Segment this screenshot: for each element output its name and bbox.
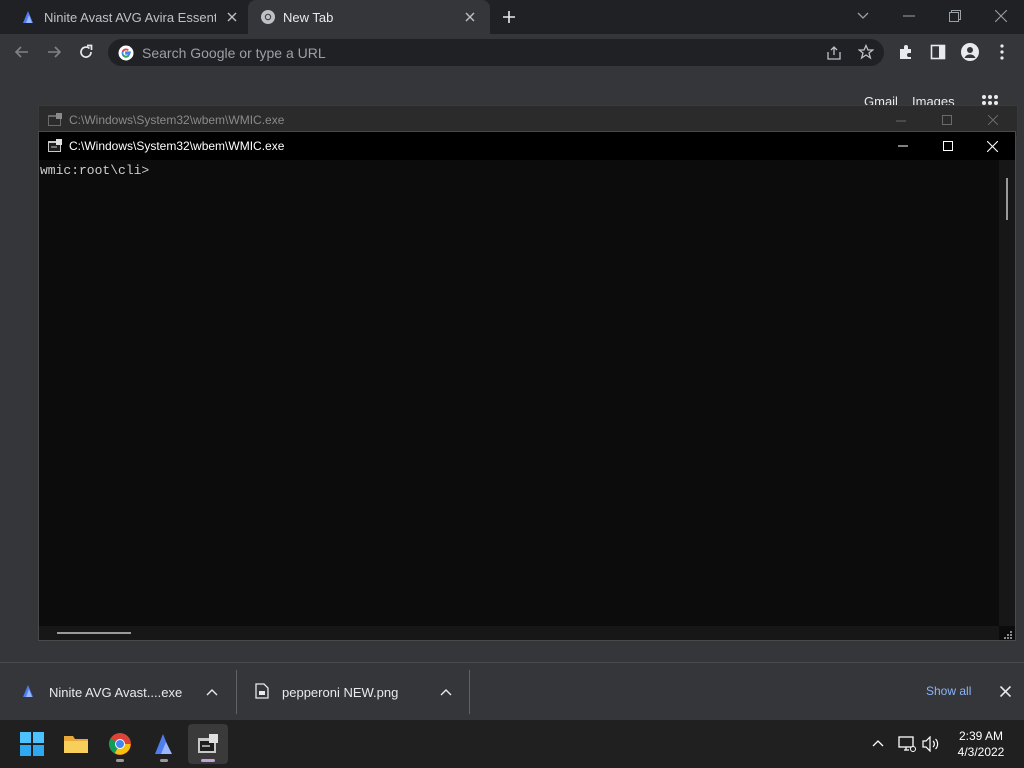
chevron-up-icon[interactable]: [206, 688, 218, 696]
ninite-icon: [20, 9, 36, 25]
kebab-menu-icon: [1000, 44, 1004, 60]
close-icon[interactable]: [988, 115, 998, 125]
chevron-up-icon[interactable]: [872, 739, 884, 747]
close-icon: [995, 10, 1007, 22]
active-indicator: [201, 759, 215, 762]
clock-date: 4/3/2022: [957, 745, 1005, 759]
browser-tab-strip: Ninite Avast AVG Avira Essentials New Ta…: [0, 0, 1024, 34]
side-panel-button[interactable]: [924, 38, 952, 66]
wmic-icon: [47, 112, 63, 128]
omnibox[interactable]: [108, 39, 884, 66]
side-panel-icon: [930, 44, 946, 60]
image-file-icon: [255, 683, 269, 699]
download-item[interactable]: Ninite AVG Avast....exe: [0, 663, 236, 720]
close-tab-icon[interactable]: [462, 9, 478, 25]
profile-button[interactable]: [956, 38, 984, 66]
running-indicator: [116, 759, 124, 762]
close-tab-icon[interactable]: [224, 9, 240, 25]
resize-grip-icon[interactable]: [1001, 628, 1013, 640]
avatar-icon: [961, 43, 979, 61]
new-tab-button[interactable]: [498, 0, 522, 34]
network-icon[interactable]: [898, 736, 916, 752]
menu-button[interactable]: [988, 38, 1016, 66]
vertical-scroll-thumb[interactable]: [1006, 178, 1008, 220]
tab-new-tab-label: New Tab: [283, 10, 334, 25]
omnibox-input[interactable]: [142, 39, 822, 66]
show-all-button[interactable]: Show all: [926, 684, 971, 698]
wmic-icon: [47, 138, 63, 154]
maximize-icon: [942, 141, 953, 151]
windows-start-icon: [20, 732, 44, 756]
restore-button[interactable]: [932, 0, 978, 32]
arrow-right-icon: [48, 46, 62, 58]
puzzle-icon: [900, 45, 911, 59]
plus-icon: [502, 10, 516, 24]
download-item[interactable]: pepperoni NEW.png: [237, 663, 469, 720]
taskbar: 2:39 AM 4/3/2022: [0, 720, 1024, 768]
download-filename: Ninite AVG Avast....exe: [49, 685, 183, 700]
start-button[interactable]: [12, 724, 52, 764]
volume-icon[interactable]: [922, 736, 940, 752]
console-close-button[interactable]: [970, 132, 1015, 160]
taskbar-chrome[interactable]: [100, 724, 140, 764]
console-minimize-button[interactable]: [880, 132, 925, 160]
tab-ninite-label: Ninite Avast AVG Avira Essentials: [44, 10, 216, 25]
bookmark-star-icon[interactable]: [858, 44, 874, 60]
download-bar: Ninite AVG Avast....exe pepperoni NEW.pn…: [0, 662, 1024, 720]
browser-toolbar: [0, 34, 1024, 70]
chrome-icon: [260, 9, 276, 25]
wmic-title-bar[interactable]: C:\Windows\System32\wbem\WMIC.exe: [39, 132, 1015, 160]
close-icon: [987, 140, 998, 152]
forward-button[interactable]: [40, 38, 68, 66]
reload-icon: [80, 44, 93, 58]
restore-icon: [949, 10, 961, 22]
download-filename: pepperoni NEW.png: [282, 685, 399, 700]
minimize-icon: [897, 145, 908, 147]
horizontal-scroll-thumb[interactable]: [57, 632, 131, 634]
taskbar-ninite[interactable]: [144, 724, 184, 764]
wmic-title: C:\Windows\System32\wbem\WMIC.exe: [69, 139, 285, 153]
wmic-back-title: C:\Windows\System32\wbem\WMIC.exe: [69, 113, 285, 127]
extensions-button[interactable]: [892, 38, 920, 66]
google-g-icon: [118, 45, 134, 61]
vertical-scrollbar[interactable]: [999, 160, 1015, 626]
console-output[interactable]: wmic:root\cli>: [39, 160, 999, 628]
share-icon[interactable]: [826, 45, 842, 61]
wmic-icon: [198, 734, 218, 753]
arrow-left-icon: [14, 46, 28, 58]
horizontal-scrollbar[interactable]: [39, 626, 999, 640]
clock-time: 2:39 AM: [958, 729, 1004, 743]
ninite-icon: [20, 683, 36, 699]
wmic-console-window[interactable]: C:\Windows\System32\wbem\WMIC.exe wmic:r…: [38, 131, 1016, 641]
maximize-icon[interactable]: [942, 115, 952, 125]
chevron-down-icon: [857, 12, 869, 19]
minimize-icon[interactable]: [896, 120, 906, 122]
chevron-up-icon[interactable]: [440, 688, 452, 696]
back-button[interactable]: [8, 38, 36, 66]
running-indicator: [160, 759, 168, 762]
divider: [469, 670, 470, 714]
taskbar-file-explorer[interactable]: [56, 724, 96, 764]
tab-ninite[interactable]: Ninite Avast AVG Avira Essentials: [0, 0, 248, 34]
reload-button[interactable]: [72, 38, 100, 66]
file-explorer-icon: [64, 736, 88, 753]
tab-new-tab[interactable]: New Tab: [248, 0, 490, 34]
clock[interactable]: 2:39 AM 4/3/2022: [944, 728, 1018, 760]
minimize-icon: [903, 15, 915, 17]
minimize-button[interactable]: [886, 0, 932, 32]
close-window-button[interactable]: [978, 0, 1024, 32]
tab-search-button[interactable]: [840, 0, 886, 32]
close-icon[interactable]: [1000, 686, 1011, 697]
chrome-icon: [109, 733, 131, 755]
ninite-icon: [155, 734, 172, 754]
console-maximize-button[interactable]: [925, 132, 970, 160]
taskbar-wmic[interactable]: [188, 724, 228, 764]
